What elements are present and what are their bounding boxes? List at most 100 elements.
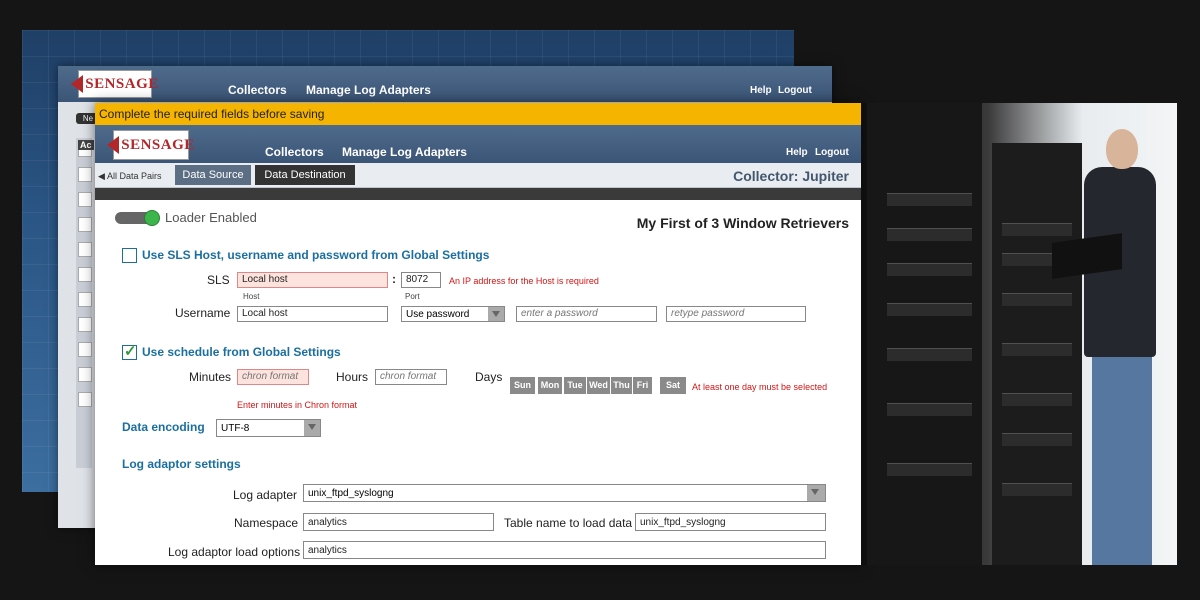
table-name-label: Table name to load data: [504, 516, 633, 530]
password-mode-select[interactable]: Use password: [401, 306, 505, 322]
middle-sidebar: [76, 138, 92, 468]
minutes-error-message: Enter minutes in Chron format: [237, 400, 358, 410]
chevron-down-icon[interactable]: [304, 420, 320, 436]
encoding-value: UTF-8: [221, 423, 250, 434]
days-label: Days: [475, 370, 503, 384]
server-unit: [887, 303, 972, 316]
host-error-message: An IP address for the Host is required: [449, 276, 599, 286]
front-header: SENSAGE Collectors Manage Log Adapters H…: [95, 125, 861, 163]
username-input[interactable]: [237, 306, 388, 322]
server-unit: [887, 403, 972, 416]
nav-collectors[interactable]: Collectors: [228, 83, 287, 97]
nav-manage-log-adapters[interactable]: Manage Log Adapters: [342, 145, 467, 159]
link-icon[interactable]: [78, 317, 92, 332]
nav-collectors[interactable]: Collectors: [265, 145, 324, 159]
nav-help[interactable]: Help: [750, 85, 772, 96]
nav-logout[interactable]: Logout: [778, 85, 812, 96]
days-error-message: At least one day must be selected: [692, 382, 828, 392]
toggle-knob[interactable]: [144, 210, 160, 226]
loader-toggle[interactable]: [115, 210, 160, 226]
hours-input[interactable]: [375, 369, 447, 385]
day-fri[interactable]: Fri: [633, 377, 652, 394]
nav-manage-log-adapters[interactable]: Manage Log Adapters: [306, 83, 431, 97]
minutes-input[interactable]: [237, 369, 309, 385]
host-port-separator: :: [392, 272, 396, 286]
tab-data-destination[interactable]: Data Destination: [255, 165, 355, 185]
server-unit: [887, 228, 972, 241]
server-unit: [887, 348, 972, 361]
server-unit: [1002, 393, 1072, 406]
divider-strip: [95, 188, 861, 200]
sls-global-checkbox[interactable]: [122, 248, 137, 263]
collector-title: Collector: Jupiter: [733, 168, 849, 184]
log-adapter-select[interactable]: unix_ftpd_syslogng: [303, 484, 826, 502]
form-content: Loader Enabled My First of 3 Window Retr…: [95, 200, 861, 565]
load-options-input[interactable]: [303, 541, 826, 559]
loader-enabled-label: Loader Enabled: [165, 210, 257, 225]
day-mon[interactable]: Mon: [538, 377, 562, 394]
retype-password-input[interactable]: [666, 306, 806, 322]
middle-header: SENSAGE Collectors Manage Log Adapters H…: [58, 66, 832, 102]
server-unit: [1002, 223, 1072, 236]
link-icon[interactable]: [78, 192, 92, 207]
link-icon[interactable]: [78, 167, 92, 182]
person-head: [1106, 129, 1138, 169]
server-unit: [1002, 483, 1072, 496]
host-caption: Host: [243, 292, 260, 301]
server-unit: [1002, 343, 1072, 356]
schedule-global-checkbox[interactable]: ✓: [122, 343, 137, 360]
logo-mark-icon: [71, 75, 84, 93]
sensage-logo: SENSAGE: [107, 130, 194, 160]
hours-label: Hours: [336, 370, 369, 384]
log-adapter-value: unix_ftpd_syslogng: [308, 488, 394, 499]
server-unit: [1002, 433, 1072, 446]
link-icon[interactable]: [78, 217, 92, 232]
table-name-input[interactable]: [635, 513, 826, 531]
password-mode-value: Use password: [406, 309, 470, 320]
sls-label: SLS: [207, 273, 230, 287]
schedule-section-title: Use schedule from Global Settings: [142, 345, 341, 359]
logo-mark-icon: [107, 136, 120, 154]
link-icon[interactable]: [78, 292, 92, 307]
logo-text: SENSAGE: [121, 136, 195, 153]
day-sun[interactable]: Sun: [510, 377, 535, 394]
day-thu[interactable]: Thu: [611, 377, 632, 394]
server-unit: [887, 263, 972, 276]
check-icon: ✓: [124, 343, 137, 360]
chevron-down-icon[interactable]: [488, 307, 504, 321]
nav-logout[interactable]: Logout: [815, 147, 849, 158]
datacenter-photo: [862, 103, 1177, 565]
chevron-down-icon[interactable]: [807, 485, 825, 501]
load-options-label: Log adaptor load options: [168, 545, 301, 559]
password-input[interactable]: [516, 306, 657, 322]
link-icon[interactable]: [78, 367, 92, 382]
log-adapter-label: Log adapter: [233, 488, 298, 502]
day-tue[interactable]: Tue: [564, 377, 586, 394]
day-wed[interactable]: Wed: [587, 377, 610, 394]
nav-help[interactable]: Help: [786, 147, 808, 158]
tab-data-source[interactable]: Data Source: [175, 165, 251, 185]
sub-navigation: ◀ All Data Pairs Data Source Data Destin…: [95, 163, 861, 188]
logo-text: SENSAGE: [85, 75, 159, 92]
all-data-pairs-link[interactable]: ◀ All Data Pairs: [98, 171, 161, 182]
server-unit: [1002, 293, 1072, 306]
server-unit: [887, 193, 972, 206]
username-label: Username: [175, 306, 231, 320]
sls-port-input[interactable]: [401, 272, 441, 288]
server-rack-left: [867, 103, 982, 565]
panel-label: Ac: [78, 140, 94, 150]
front-window: Complete the required fields before savi…: [95, 103, 861, 565]
minutes-label: Minutes: [189, 370, 232, 384]
sls-host-input[interactable]: [237, 272, 388, 288]
link-icon[interactable]: [78, 242, 92, 257]
back-link-label: All Data Pairs: [106, 171, 162, 181]
link-icon[interactable]: [78, 342, 92, 357]
namespace-label: Namespace: [234, 516, 299, 530]
server-unit: [887, 463, 972, 476]
link-icon[interactable]: [78, 392, 92, 407]
encoding-select[interactable]: UTF-8: [216, 419, 321, 437]
namespace-input[interactable]: [303, 513, 494, 531]
link-icon[interactable]: [78, 267, 92, 282]
person-legs: [1092, 353, 1152, 565]
day-sat[interactable]: Sat: [660, 377, 686, 394]
